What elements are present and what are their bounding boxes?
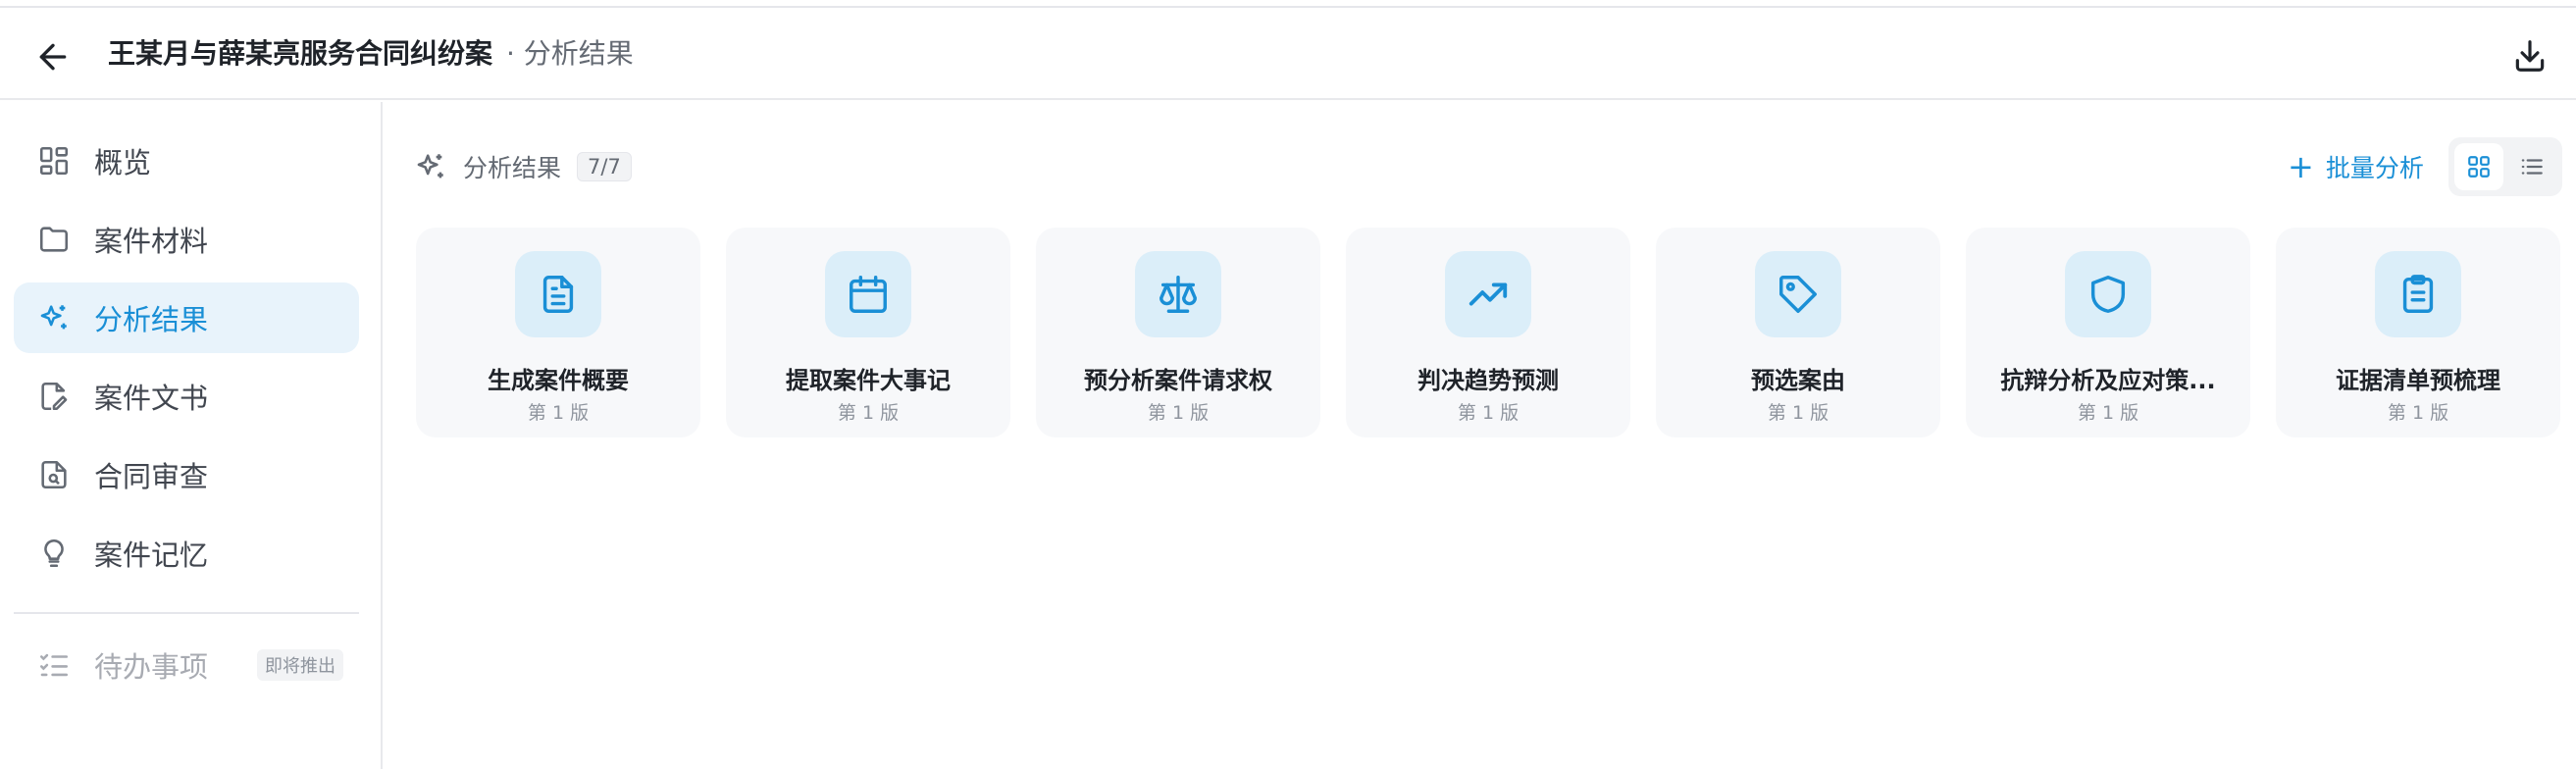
sparkles-icon	[417, 154, 443, 179]
sidebar-item-label: 概览	[94, 146, 152, 179]
card-case-timeline[interactable]: 提取案件大事记 第 1 版	[726, 228, 1010, 437]
page-title: 王某月与薛某亮服务合同纠纷案	[108, 37, 493, 70]
scale-icon	[1159, 276, 1197, 313]
tag-icon	[1779, 276, 1817, 313]
view-toggle	[2448, 137, 2562, 196]
sidebar-item-label: 案件材料	[94, 225, 209, 258]
section-title: 分析结果	[463, 154, 562, 182]
trending-up-icon	[1468, 282, 1508, 306]
clipboard-icon	[2402, 275, 2434, 313]
sidebar-item-todo: 待办事项 即将推出	[14, 630, 359, 700]
card-version: 第 1 版	[2077, 402, 2139, 424]
page-header: 王某月与薛某亮服务合同纠纷案 · 分析结果	[0, 8, 2576, 100]
plus-icon: +	[2288, 148, 2314, 185]
card-icon-box	[515, 251, 601, 337]
card-claim-analysis[interactable]: 预分析案件请求权 第 1 版	[1036, 228, 1320, 437]
card-evidence-list[interactable]: 证据清单预梳理 第 1 版	[2276, 228, 2560, 437]
sidebar-item-label: 分析结果	[94, 303, 209, 336]
sidebar-item-label: 待办事项	[94, 650, 209, 684]
grid-view-button[interactable]	[2454, 143, 2503, 190]
sidebar-item-overview[interactable]: 概览	[14, 126, 359, 196]
card-icon-box	[1755, 251, 1841, 337]
top-border	[0, 0, 2576, 8]
card-defense-strategy[interactable]: 抗辩分析及应对策... 第 1 版	[1966, 228, 2250, 437]
download-button[interactable]	[2511, 37, 2550, 77]
card-title: 判决趋势预测	[1417, 367, 1559, 394]
shield-icon	[2090, 276, 2126, 313]
card-title: 证据清单预梳理	[2336, 367, 2500, 394]
sidebar-item-materials[interactable]: 案件材料	[14, 204, 359, 275]
batch-analysis-label: 批量分析	[2325, 154, 2424, 182]
list-view-button[interactable]	[2507, 143, 2556, 190]
sidebar-item-label: 案件记忆	[94, 538, 209, 572]
card-judgment-trend[interactable]: 判决趋势预测 第 1 版	[1346, 228, 1630, 437]
sidebar-item-documents[interactable]: 案件文书	[14, 361, 359, 432]
back-button[interactable]	[33, 37, 73, 77]
sidebar: 概览 案件材料 分析结果 案件文书 合同审查 案件记忆 待办事项 即将推出	[0, 102, 383, 769]
card-version: 第 1 版	[1767, 402, 1829, 424]
arrow-left-icon	[39, 43, 67, 71]
card-icon-box	[1445, 251, 1531, 337]
list-icon	[2521, 159, 2543, 175]
main-content: 分析结果 7/7 + 批量分析 生成案件概要 第 1 版 提取案件大事记 第 1…	[385, 102, 2576, 769]
card-case-summary[interactable]: 生成案件概要 第 1 版	[416, 228, 700, 437]
file-text-icon	[542, 276, 574, 313]
card-icon-box	[1135, 251, 1221, 337]
card-title: 生成案件概要	[488, 367, 629, 394]
card-version: 第 1 版	[1147, 402, 1210, 424]
sparkles-icon	[40, 305, 67, 330]
sidebar-item-memory[interactable]: 案件记忆	[14, 518, 359, 589]
card-title: 抗辩分析及应对策...	[2000, 367, 2216, 394]
sidebar-item-analysis[interactable]: 分析结果	[14, 282, 359, 353]
card-icon-box	[2065, 251, 2151, 337]
card-version: 第 1 版	[527, 402, 590, 424]
sidebar-item-label: 合同审查	[94, 460, 209, 493]
card-version: 第 1 版	[837, 402, 900, 424]
card-title: 提取案件大事记	[786, 367, 951, 394]
download-icon	[2515, 40, 2545, 72]
lightbulb-icon	[44, 538, 64, 568]
card-icon-box	[825, 251, 911, 337]
checklist-icon	[39, 653, 69, 677]
card-version: 第 1 版	[2387, 402, 2449, 424]
card-title: 预分析案件请求权	[1084, 367, 1272, 394]
coming-soon-badge: 即将推出	[257, 649, 344, 681]
sidebar-divider	[14, 612, 359, 614]
document-search-icon	[41, 460, 67, 489]
sidebar-item-contract-review[interactable]: 合同审查	[14, 439, 359, 510]
section-header: 分析结果 7/7	[414, 147, 632, 186]
folder-icon	[39, 227, 69, 252]
result-count-badge: 7/7	[577, 152, 632, 181]
card-version: 第 1 版	[1457, 402, 1520, 424]
card-title: 预选案由	[1751, 367, 1845, 394]
document-pen-icon	[41, 382, 68, 411]
card-icon-box	[2375, 251, 2461, 337]
sidebar-item-label: 案件文书	[94, 382, 209, 415]
grid-icon	[2468, 156, 2490, 178]
dashboard-icon	[39, 146, 69, 176]
page-subtitle: · 分析结果	[506, 37, 634, 70]
calendar-icon	[850, 276, 887, 313]
batch-analysis-button[interactable]: + 批量分析	[2288, 147, 2424, 186]
card-cause-selection[interactable]: 预选案由 第 1 版	[1656, 228, 1940, 437]
